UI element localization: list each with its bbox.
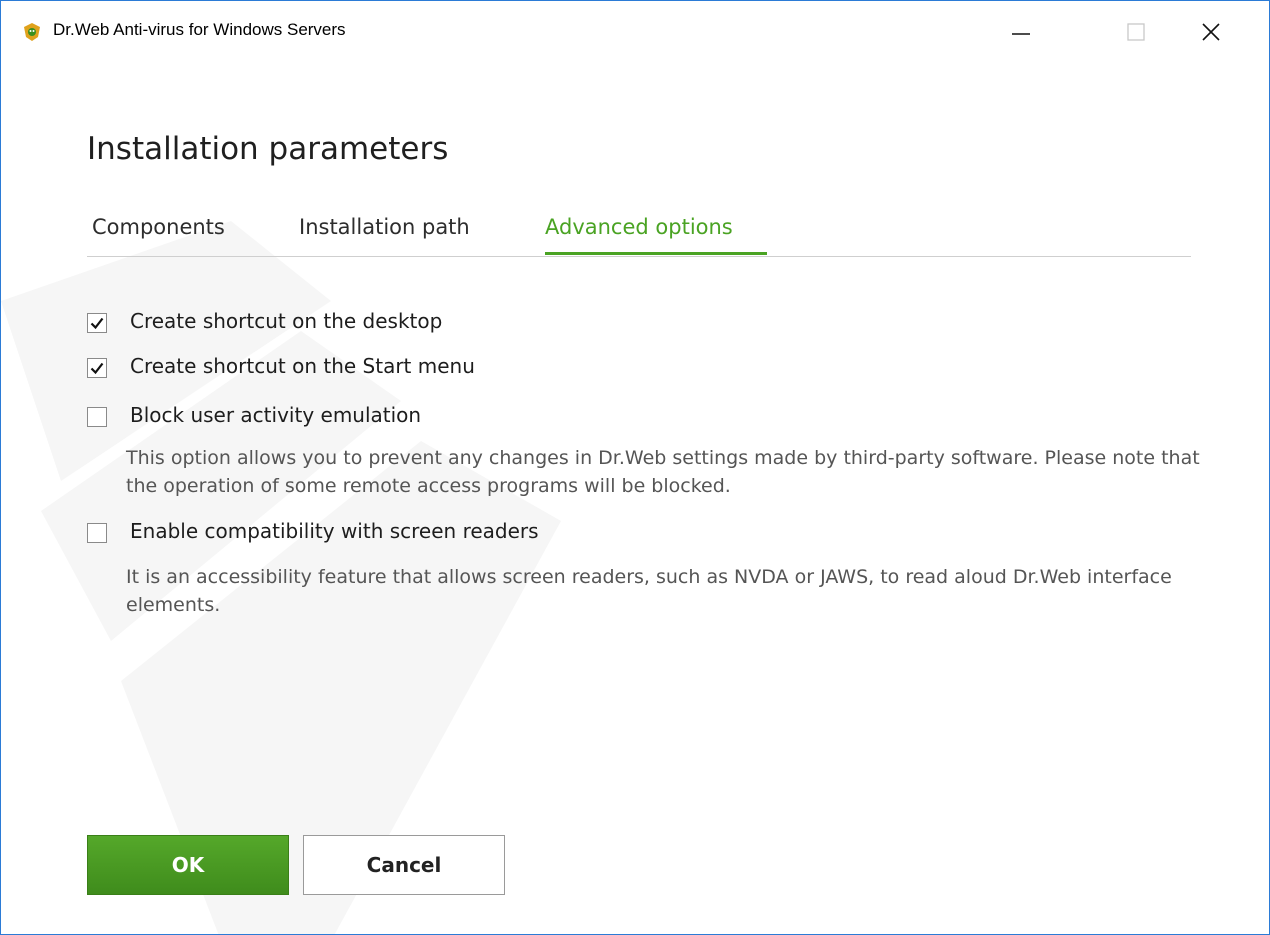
drweb-watermark-icon [1, 221, 561, 934]
screen-readers-description: It is an accessibility feature that allo… [126, 566, 1172, 616]
minimize-icon [1012, 33, 1030, 35]
cancel-button[interactable]: Cancel [303, 835, 505, 895]
block-user-activity-description: This option allows you to prevent any ch… [126, 447, 1200, 497]
block-user-activity-checkbox[interactable] [87, 407, 107, 427]
close-icon [1202, 23, 1220, 41]
ok-button[interactable]: OK [87, 835, 289, 895]
tab-components[interactable]: Components [92, 215, 225, 255]
screen-readers-checkbox[interactable] [87, 523, 107, 543]
tab-installation-path[interactable]: Installation path [299, 215, 470, 255]
start-menu-shortcut-checkbox[interactable] [87, 358, 107, 378]
checkmark-icon [90, 362, 104, 375]
window-title: Dr.Web Anti-virus for Windows Servers [53, 20, 346, 39]
desktop-shortcut-checkbox[interactable] [87, 313, 107, 333]
drweb-spider-icon [24, 23, 40, 41]
page-title: Installation parameters [87, 131, 449, 167]
title-bar: Dr.Web Anti-virus for Windows Servers [1, 1, 1269, 63]
tab-bar: Components Installation path Advanced op… [87, 211, 1191, 257]
start-menu-shortcut-label: Create shortcut on the Start menu [130, 354, 475, 378]
screen-readers-label: Enable compatibility with screen readers [130, 519, 539, 543]
maximize-icon [1127, 23, 1145, 41]
tab-advanced-options[interactable]: Advanced options [545, 215, 767, 255]
close-button[interactable] [1181, 7, 1241, 57]
desktop-shortcut-label: Create shortcut on the desktop [130, 309, 443, 333]
maximize-button[interactable] [1106, 7, 1166, 57]
checkmark-icon [90, 317, 104, 330]
installer-window: Dr.Web Anti-virus for Windows Servers In… [0, 0, 1270, 935]
minimize-button[interactable] [991, 7, 1051, 57]
block-user-activity-label: Block user activity emulation [130, 403, 422, 427]
